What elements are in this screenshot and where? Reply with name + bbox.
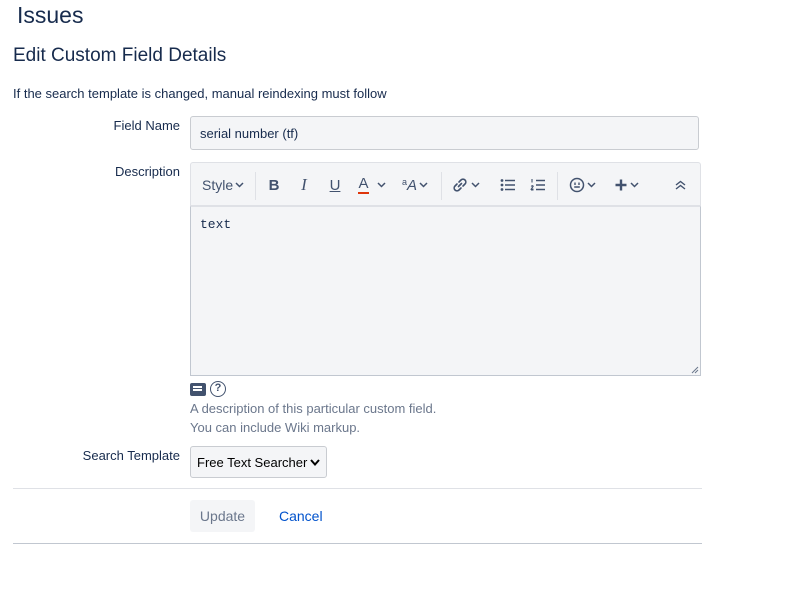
text-color-button[interactable]: A — [355, 174, 389, 196]
toolbar-divider — [557, 172, 558, 200]
link-button[interactable] — [450, 174, 480, 196]
underline-icon: U — [329, 176, 341, 194]
more-formatting-button[interactable]: a A — [400, 174, 430, 196]
form-divider — [13, 488, 702, 489]
toolbar-divider — [441, 172, 442, 200]
style-dropdown[interactable]: Style — [202, 174, 244, 196]
chevron-down-icon — [470, 182, 480, 188]
search-template-label: Search Template — [82, 448, 180, 463]
link-icon — [452, 178, 467, 192]
collapse-icon — [675, 180, 685, 190]
bullet-list-icon — [500, 179, 515, 191]
chevron-down-icon — [419, 182, 428, 188]
text-color-icon: A — [358, 175, 369, 194]
resize-grip-icon[interactable] — [691, 366, 699, 374]
update-button[interactable]: Update — [190, 500, 255, 532]
underline-button[interactable]: U — [326, 174, 344, 196]
form-bottom-divider — [13, 543, 702, 544]
bold-button[interactable]: B — [265, 174, 283, 196]
chevron-down-icon — [235, 182, 244, 188]
field-name-input[interactable] — [190, 116, 699, 150]
chevron-down-icon — [310, 458, 320, 466]
italic-icon: I — [301, 175, 307, 194]
chevron-down-icon — [376, 182, 386, 188]
page-heading: Issues — [17, 2, 84, 28]
editor-mode-row: ? — [190, 380, 226, 398]
description-textarea[interactable]: text — [190, 206, 701, 376]
search-template-selected: Free Text Searcher — [197, 454, 308, 470]
description-help-line1: A description of this particular custom … — [190, 401, 437, 416]
description-editor: Style B I U A a A text — [190, 162, 701, 376]
description-help-line2: You can include Wiki markup. — [190, 420, 361, 435]
reindex-note: If the search template is changed, manua… — [13, 86, 387, 101]
form-title: Edit Custom Field Details — [13, 45, 227, 66]
chevron-down-icon — [586, 182, 596, 188]
field-name-label: Field Name — [113, 118, 180, 133]
numbered-list-icon — [530, 179, 545, 191]
more-formatting-icon: A — [407, 176, 418, 194]
description-label: Description — [114, 164, 180, 179]
collapse-toolbar-button[interactable] — [671, 174, 689, 196]
editor-toolbar: Style B I U A a A — [190, 162, 701, 206]
chevron-down-icon — [629, 182, 639, 188]
bold-icon: B — [268, 176, 280, 194]
emoji-icon — [569, 177, 584, 193]
search-template-select[interactable]: Free Text Searcher — [190, 446, 327, 478]
text-mode-icon[interactable] — [190, 382, 206, 396]
style-dropdown-label: Style — [202, 177, 234, 193]
italic-button[interactable]: I — [295, 174, 313, 196]
numbered-list-button[interactable] — [529, 174, 547, 196]
insert-more-button[interactable] — [612, 174, 640, 196]
cancel-link[interactable]: Cancel — [279, 508, 323, 524]
emoji-button[interactable] — [567, 174, 597, 196]
insert-plus-icon — [615, 179, 626, 191]
help-icon[interactable]: ? — [210, 381, 226, 397]
bullet-list-button[interactable] — [499, 174, 517, 196]
toolbar-divider — [255, 172, 256, 200]
